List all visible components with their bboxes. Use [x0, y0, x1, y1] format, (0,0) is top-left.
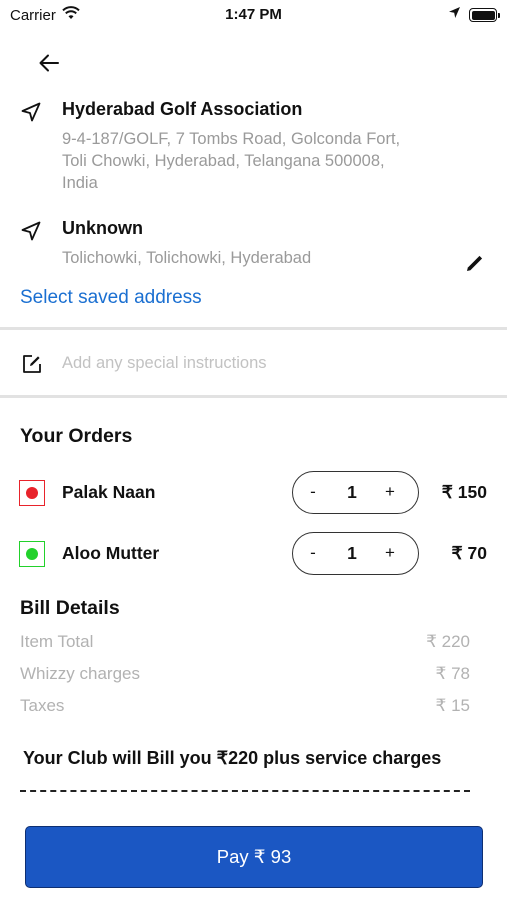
order-item-name: Aloo Mutter	[62, 543, 160, 563]
edit-note-icon	[21, 353, 43, 375]
address-line: Tolichowki, Tolichowki, Hyderabad	[62, 249, 312, 267]
pickup-address: Hyderabad Golf Association 9-4-187/GOLF,…	[20, 99, 490, 199]
order-item: Aloo Mutter - 1 + ₹ 70	[0, 531, 507, 577]
order-item-price: ₹ 150	[441, 482, 487, 502]
order-item-price: ₹ 70	[451, 543, 487, 563]
bill-row: Taxes ₹ 15	[20, 696, 470, 718]
address-title: Unknown	[62, 218, 143, 238]
quantity-stepper: - 1 +	[292, 471, 419, 514]
delivery-address: Unknown Tolichowki, Tolichowki, Hyderaba…	[20, 218, 490, 274]
address-title: Hyderabad Golf Association	[62, 99, 303, 119]
order-item: Palak Naan - 1 + ₹ 150	[0, 470, 507, 516]
bill-value: ₹ 78	[435, 664, 470, 683]
dashed-divider	[20, 790, 470, 792]
bill-label: Whizzy charges	[20, 664, 140, 683]
special-instructions-input[interactable]	[62, 349, 482, 377]
status-right	[448, 6, 500, 24]
pencil-icon[interactable]	[464, 252, 486, 274]
battery-icon	[469, 8, 500, 22]
order-item-name: Palak Naan	[62, 482, 156, 502]
increase-button[interactable]: +	[380, 543, 400, 563]
bill-value: ₹ 220	[426, 632, 470, 651]
nonveg-indicator-icon	[19, 480, 45, 506]
navigation-arrow-icon	[20, 220, 42, 242]
bill-label: Taxes	[20, 696, 65, 715]
address-line: India	[62, 174, 98, 192]
veg-indicator-icon	[19, 541, 45, 567]
arrow-left-icon	[39, 54, 59, 72]
back-button[interactable]	[36, 50, 62, 76]
club-billing-note: Your Club will Bill you ₹220 plus servic…	[23, 748, 442, 768]
bill-row: Item Total ₹ 220	[20, 632, 470, 654]
pay-button[interactable]: Pay ₹ 93	[25, 826, 483, 888]
orders-title: Your Orders	[20, 425, 133, 447]
status-time: 1:47 PM	[225, 6, 282, 23]
address-line: 9-4-187/GOLF, 7 Tombs Road, Golconda For…	[62, 130, 401, 148]
select-saved-address-link[interactable]: Select saved address	[20, 287, 202, 309]
divider	[0, 327, 507, 330]
bill-label: Item Total	[20, 632, 94, 651]
increase-button[interactable]: +	[380, 482, 400, 502]
location-arrow-icon	[448, 6, 461, 24]
navigation-arrow-icon	[20, 101, 42, 123]
bill-row: Whizzy charges ₹ 78	[20, 664, 470, 686]
bill-details-title: Bill Details	[20, 597, 120, 619]
special-instructions-row	[0, 331, 507, 395]
divider	[0, 395, 507, 398]
status-bar: Carrier 1:47 PM	[0, 0, 507, 30]
address-line: Toli Chowki, Hyderabad, Telangana 500008…	[62, 152, 385, 170]
bill-value: ₹ 15	[435, 696, 470, 715]
quantity-stepper: - 1 +	[292, 532, 419, 575]
